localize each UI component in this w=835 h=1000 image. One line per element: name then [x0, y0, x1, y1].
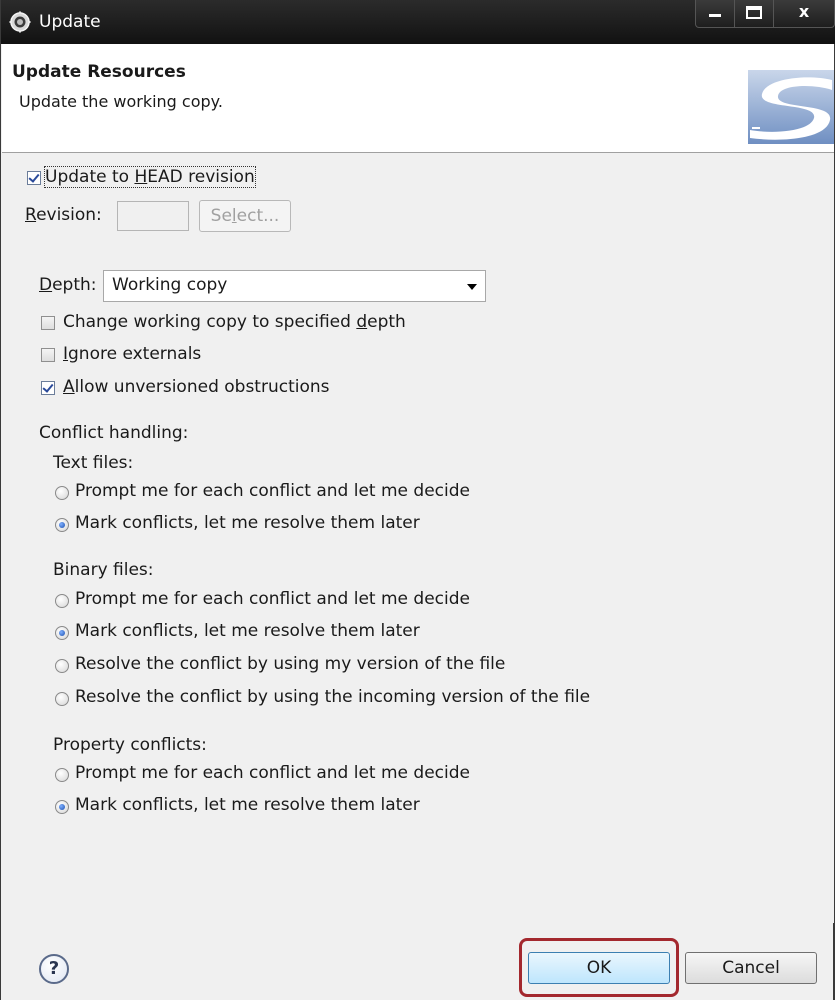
window-title: Update [39, 12, 101, 32]
label-text: epth [367, 312, 406, 332]
allow-unversioned-checkbox[interactable] [41, 381, 55, 395]
close-button[interactable]: x [773, 0, 835, 28]
mnemonic: A [63, 377, 75, 397]
help-button[interactable]: ? [39, 954, 69, 984]
binary-prompt-label[interactable]: Prompt me for each conflict and let me d… [75, 589, 470, 609]
revision-label: Revision: [25, 205, 102, 225]
text-mark-radio[interactable] [55, 518, 69, 532]
maximize-icon [746, 6, 762, 19]
binary-prompt-radio[interactable] [55, 594, 69, 608]
mnemonic: R [25, 205, 37, 225]
depth-selected-value: Working copy [112, 275, 228, 295]
ignore-externals-label[interactable]: Ignore externals [63, 344, 201, 364]
mnemonic: d [356, 312, 368, 332]
minimize-icon [709, 14, 721, 17]
label-text: ect... [236, 206, 280, 226]
text-prompt-radio[interactable] [55, 486, 69, 500]
page-title: Update Resources [12, 62, 186, 82]
change-depth-label[interactable]: Change working copy to specified depth [63, 312, 406, 332]
conflict-handling-title: Conflict handling: [39, 423, 189, 443]
text-mark-label[interactable]: Mark conflicts, let me resolve them late… [75, 513, 420, 533]
mnemonic: D [39, 275, 53, 295]
revision-input[interactable] [117, 201, 189, 231]
binary-mine-radio[interactable] [55, 659, 69, 673]
label-text: Update to [45, 167, 135, 187]
help-icon: ? [48, 958, 60, 979]
gear-icon [9, 11, 31, 33]
change-depth-checkbox[interactable] [41, 316, 55, 330]
mnemonic: H [134, 167, 148, 187]
close-icon: x [798, 2, 810, 21]
property-mark-label[interactable]: Mark conflicts, let me resolve them late… [75, 795, 420, 815]
binary-incoming-radio[interactable] [55, 692, 69, 706]
label-text: evision: [36, 205, 102, 225]
label-text: llow unversioned obstructions [74, 377, 330, 397]
allow-unversioned-label[interactable]: Allow unversioned obstructions [63, 377, 330, 397]
property-prompt-label[interactable]: Prompt me for each conflict and let me d… [75, 763, 470, 783]
header-banner: Update Resources Update the working copy… [2, 44, 834, 153]
ignore-externals-checkbox[interactable] [41, 348, 55, 362]
depth-select[interactable]: Working copy [103, 270, 486, 302]
binary-incoming-label[interactable]: Resolve the conflict by using the incomi… [75, 687, 590, 707]
cancel-button[interactable]: Cancel [685, 952, 817, 984]
page-description: Update the working copy. [19, 92, 223, 111]
label-text: gnore externals [68, 344, 202, 364]
update-dialog: Update x Update Resources Update the wor… [0, 0, 835, 1000]
ok-button[interactable]: OK [528, 952, 670, 984]
title-bar[interactable]: Update x [1, 0, 835, 44]
minimize-button[interactable] [695, 0, 735, 28]
chevron-down-icon [467, 284, 477, 290]
depth-label: Depth: [39, 275, 97, 295]
property-mark-radio[interactable] [55, 800, 69, 814]
binary-mark-radio[interactable] [55, 626, 69, 640]
select-revision-button[interactable]: Select... [199, 200, 291, 232]
binary-mark-label[interactable]: Mark conflicts, let me resolve them late… [75, 621, 420, 641]
binary-files-label: Binary files: [53, 560, 154, 580]
text-prompt-label[interactable]: Prompt me for each conflict and let me d… [75, 481, 470, 501]
label-text: Change working copy to specified [63, 312, 357, 332]
label-text: Se [210, 206, 232, 226]
label-text: epth: [52, 275, 97, 295]
update-to-head-checkbox[interactable] [27, 171, 41, 185]
label-text: EAD revision [147, 167, 255, 187]
binary-mine-label[interactable]: Resolve the conflict by using my version… [75, 654, 505, 674]
update-to-head-label[interactable]: Update to HEAD revision [44, 166, 256, 188]
maximize-button[interactable] [734, 0, 774, 28]
subversive-logo-icon [748, 70, 834, 144]
text-files-label: Text files: [53, 453, 134, 473]
property-prompt-radio[interactable] [55, 768, 69, 782]
property-conflicts-label: Property conflicts: [53, 735, 207, 755]
